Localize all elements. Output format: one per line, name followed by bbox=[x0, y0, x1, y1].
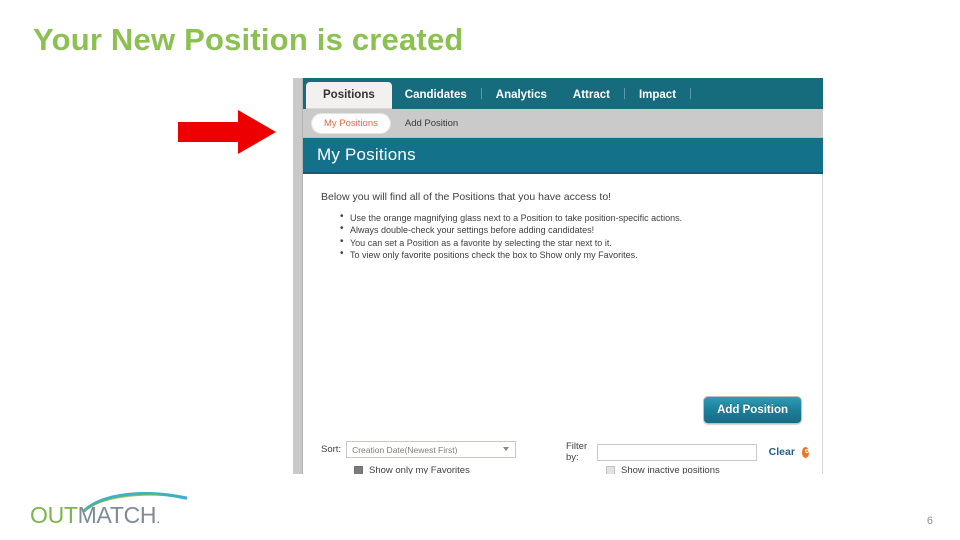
sort-select[interactable]: Creation Date(Newest First) bbox=[346, 441, 517, 458]
primary-navigation-bar: Positions Candidates Analytics Attract I… bbox=[303, 78, 823, 109]
chevron-down-icon bbox=[503, 447, 510, 451]
logo-wordmark: OUTMATCH. bbox=[30, 502, 160, 529]
filter-input[interactable] bbox=[596, 443, 757, 461]
subnav-my-positions-label: My Positions bbox=[324, 117, 378, 129]
list-item: Always double-check your settings before… bbox=[321, 223, 804, 236]
outmatch-logo: OUTMATCH. bbox=[30, 492, 198, 529]
show-only-favorites-label: Show only my Favorites bbox=[369, 465, 470, 474]
add-position-button-row: Add Position bbox=[703, 396, 802, 424]
tab-analytics[interactable]: Analytics bbox=[483, 88, 560, 110]
show-inactive-positions-checkbox[interactable] bbox=[606, 466, 615, 474]
page-header-band: My Positions bbox=[303, 138, 823, 174]
list-controls-row: Sort: Creation Date(Newest First) Show o… bbox=[321, 441, 810, 474]
tab-impact-label: Impact bbox=[638, 88, 677, 101]
tab-impact[interactable]: Impact bbox=[626, 88, 689, 110]
nav-divider bbox=[480, 88, 482, 99]
tab-candidates-label: Candidates bbox=[404, 88, 467, 101]
filter-label: Filter by: bbox=[566, 441, 588, 463]
show-only-favorites-checkbox[interactable] bbox=[354, 466, 363, 474]
tab-positions[interactable]: Positions bbox=[306, 81, 392, 109]
list-item: To view only favorite positions check th… bbox=[321, 248, 804, 261]
sort-label: Sort: bbox=[321, 444, 342, 455]
page-title: Your New Position is created bbox=[33, 22, 464, 57]
tab-attract[interactable]: Attract bbox=[560, 88, 623, 110]
logo-out-text: OUT bbox=[30, 502, 78, 528]
tab-candidates[interactable]: Candidates bbox=[392, 88, 480, 110]
show-inactive-positions-label: Show inactive positions bbox=[621, 465, 720, 474]
nav-divider bbox=[623, 88, 625, 99]
sort-control-group: Sort: Creation Date(Newest First) bbox=[321, 441, 517, 458]
subnav-item-add-position[interactable]: Add Position bbox=[405, 118, 458, 129]
favorites-checkbox-row[interactable]: Show only my Favorites bbox=[354, 465, 470, 474]
tab-attract-label: Attract bbox=[572, 88, 610, 101]
list-item: You can set a Position as a favorite by … bbox=[321, 236, 804, 249]
secondary-navigation-bar: My Positions Add Position bbox=[303, 109, 823, 138]
tab-analytics-label: Analytics bbox=[495, 88, 547, 101]
intro-text: Below you will find all of the Positions… bbox=[321, 191, 612, 203]
red-right-arrow-annotation-icon bbox=[178, 110, 276, 154]
instructions-list: Use the orange magnifying glass next to … bbox=[321, 211, 804, 261]
page-header-title: My Positions bbox=[317, 145, 416, 164]
nav-divider bbox=[690, 88, 692, 99]
clear-orange-icon[interactable] bbox=[801, 446, 810, 458]
filter-control-group: Filter by: Clear bbox=[566, 441, 810, 463]
clear-filter-link[interactable]: Clear bbox=[769, 446, 795, 458]
main-content-panel: Below you will find all of the Positions… bbox=[303, 174, 823, 474]
screenshot-left-gutter bbox=[293, 78, 303, 474]
logo-dot: . bbox=[156, 510, 161, 527]
add-position-button[interactable]: Add Position bbox=[703, 396, 802, 424]
embedded-app-screenshot: Positions Candidates Analytics Attract I… bbox=[293, 78, 823, 474]
logo-match-text: MATCH bbox=[77, 502, 157, 528]
sort-select-value: Creation Date(Newest First) bbox=[352, 444, 458, 455]
subnav-item-my-positions[interactable]: My Positions bbox=[311, 112, 391, 134]
tab-positions-label: Positions bbox=[323, 88, 375, 101]
slide-page-number: 6 bbox=[926, 515, 933, 527]
subnav-add-position-label: Add Position bbox=[404, 117, 459, 129]
inactive-positions-checkbox-row[interactable]: Show inactive positions bbox=[606, 465, 720, 474]
list-item: Use the orange magnifying glass next to … bbox=[321, 211, 804, 224]
